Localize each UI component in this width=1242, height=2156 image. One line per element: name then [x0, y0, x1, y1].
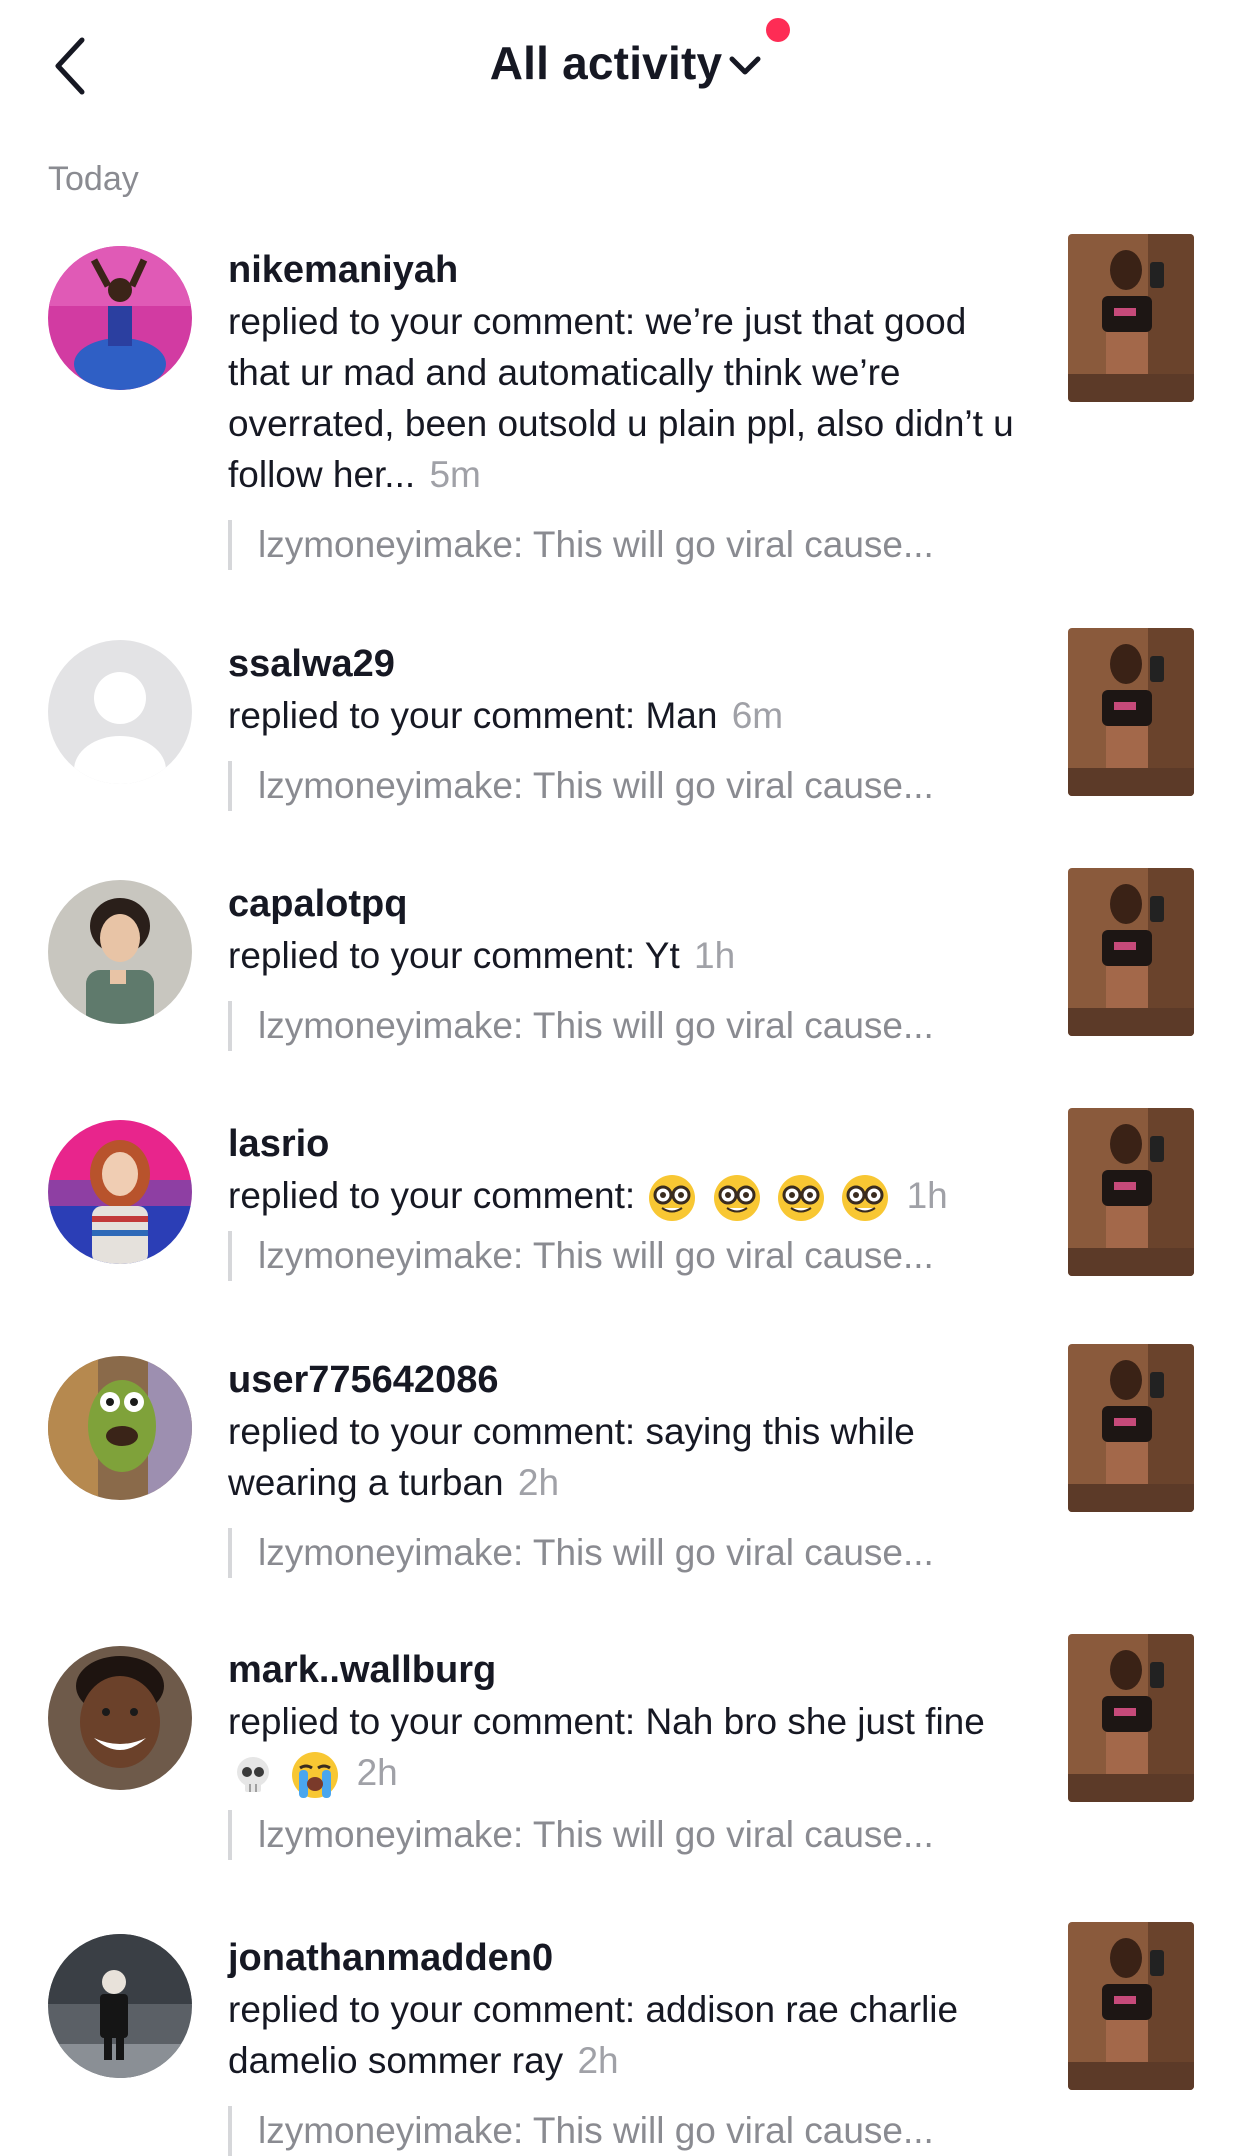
username[interactable]: ssalwa29 [228, 640, 1018, 688]
reply-message: replied to your comment: addison rae cha… [228, 1984, 1018, 2086]
notification-dot [766, 18, 791, 42]
reply-message: replied to your comment: saying this whi… [228, 1406, 1018, 1508]
video-thumbnail[interactable] [1068, 1634, 1194, 1802]
chevron-down-icon [729, 56, 761, 75]
username[interactable]: nikemaniyah [228, 246, 1018, 294]
video-thumbnail[interactable] [1068, 868, 1194, 1036]
video-thumbnail[interactable] [1068, 1344, 1194, 1512]
quoted-comment: lzymoneyimake: This will go viral cause.… [228, 1528, 1018, 1578]
avatar[interactable] [48, 1356, 192, 1500]
page-title: All activity [489, 37, 723, 89]
username[interactable]: capalotpq [228, 880, 1018, 928]
username[interactable]: lasrio [228, 1120, 1018, 1168]
reply-text: replied to your comment: Yt [228, 935, 680, 976]
username[interactable]: user775642086 [228, 1356, 1018, 1404]
nerd-face-emoji [842, 1175, 889, 1222]
avatar[interactable] [48, 640, 192, 784]
skull-emoji [237, 1757, 269, 1793]
video-thumbnail[interactable] [1068, 1922, 1194, 2090]
username[interactable]: mark..wallburg [228, 1646, 1018, 1694]
timestamp: 2h [356, 1752, 398, 1793]
timestamp: 1h [906, 1175, 948, 1216]
reply-text: replied to your comment: Man [228, 695, 718, 736]
reply-message: replied to your comment: 1h [228, 1170, 1018, 1223]
reply-text: replied to your comment: [228, 1175, 636, 1216]
loudly-crying-emoji [292, 1752, 339, 1799]
reply-message: replied to your comment: Nah bro she jus… [228, 1696, 1018, 1800]
quoted-comment: lzymoneyimake: This will go viral cause.… [228, 1231, 1018, 1282]
reply-message: replied to your comment: Man 6m [228, 690, 1018, 741]
timestamp: 6m [731, 695, 784, 736]
video-thumbnail[interactable] [1068, 628, 1194, 796]
avatar[interactable] [48, 1934, 192, 2078]
video-thumbnail[interactable] [1068, 234, 1194, 402]
timestamp: 5m [429, 454, 481, 495]
nerd-face-emoji [713, 1175, 760, 1222]
username[interactable]: jonathanmadden0 [228, 1934, 1018, 1982]
avatar[interactable] [48, 1120, 192, 1264]
reply-text: replied to your comment: Nah bro she jus… [228, 1701, 985, 1742]
reply-message: replied to your comment: Yt 1h [228, 930, 1018, 981]
reply-text: replied to your comment: saying this whi… [228, 1411, 915, 1503]
quoted-comment: lzymoneyimake: This will go viral cause.… [228, 1810, 1018, 1861]
reply-message: replied to your comment: we’re just that… [228, 296, 1018, 500]
video-thumbnail[interactable] [1068, 1108, 1194, 1276]
timestamp: 2h [517, 1462, 560, 1503]
reply-text: replied to your comment: we’re just that… [228, 301, 1014, 495]
nerd-face-emoji [778, 1175, 825, 1222]
quoted-comment: lzymoneyimake: This will go viral cause.… [228, 520, 1018, 570]
nerd-face-emoji [649, 1175, 696, 1222]
activity-filter-dropdown[interactable]: All activity [0, 18, 1242, 90]
quoted-comment: lzymoneyimake: This will go viral cause.… [228, 2106, 1018, 2156]
quoted-comment: lzymoneyimake: This will go viral cause.… [228, 1001, 1018, 1051]
timestamp: 2h [577, 2040, 619, 2081]
timestamp: 1h [694, 935, 736, 976]
avatar[interactable] [48, 880, 192, 1024]
header-bar: All activity [0, 0, 1242, 140]
quoted-comment: lzymoneyimake: This will go viral cause.… [228, 761, 1018, 811]
avatar[interactable] [48, 1646, 192, 1790]
section-label-today: Today [48, 160, 139, 198]
avatar[interactable] [48, 246, 192, 390]
